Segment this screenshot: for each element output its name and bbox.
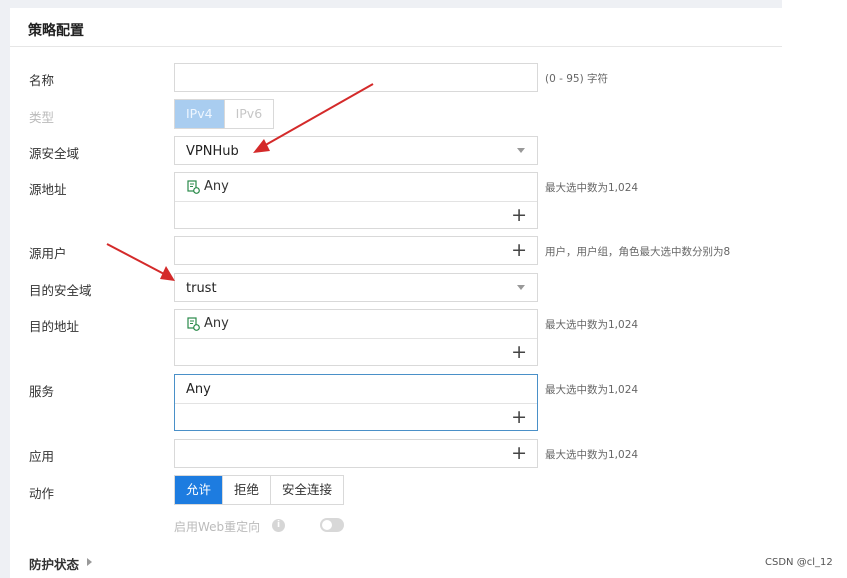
address-object-icon — [187, 316, 200, 331]
left-background — [0, 0, 10, 578]
app-field[interactable]: + — [174, 439, 538, 468]
dst-zone-value: trust — [186, 281, 217, 296]
dst-addr-value: Any — [204, 316, 229, 331]
src-user-label: 源用户 — [29, 246, 67, 261]
web-redirect-label: 启用Web重定向 — [174, 520, 261, 534]
src-user-field[interactable]: + — [174, 236, 538, 265]
src-user-hint: 用户，用户组，角色最大选中数分别为8 — [545, 246, 731, 258]
src-zone-select[interactable]: VPNHub — [174, 136, 538, 165]
ip-type-selector: IPv4 IPv6 — [174, 99, 275, 129]
plus-icon[interactable]: + — [511, 444, 527, 463]
action-selector: 允许 拒绝 安全连接 — [174, 475, 345, 505]
service-value: Any — [186, 382, 211, 397]
address-object-icon — [187, 179, 200, 194]
dst-addr-field[interactable]: Any + — [174, 309, 538, 366]
plus-icon[interactable]: + — [511, 408, 527, 427]
field-divider — [175, 201, 537, 202]
secure-connect-button[interactable]: 安全连接 — [271, 476, 344, 504]
app-hint: 最大选中数为1,024 — [545, 449, 639, 461]
field-divider — [175, 338, 537, 339]
toggle-knob — [322, 520, 332, 530]
plus-icon[interactable]: + — [511, 206, 527, 225]
caret-down-icon — [517, 285, 525, 290]
name-label: 名称 — [29, 73, 55, 88]
service-field[interactable]: Any + — [174, 374, 538, 431]
ipv4-option: IPv4 — [175, 100, 225, 128]
action-label: 动作 — [29, 486, 55, 501]
dst-zone-select[interactable]: trust — [174, 273, 538, 302]
src-zone-label: 源安全域 — [29, 146, 80, 161]
service-hint: 最大选中数为1,024 — [545, 384, 639, 396]
panel-title: 策略配置 — [28, 23, 84, 39]
web-redirect-toggle[interactable] — [320, 518, 344, 532]
protection-status-section[interactable]: 防护状态 — [29, 554, 79, 573]
dst-addr-hint: 最大选中数为1,024 — [545, 319, 639, 331]
field-divider — [175, 403, 537, 404]
watermark: CSDN @cl_12 — [765, 557, 833, 568]
service-label: 服务 — [29, 384, 55, 399]
allow-button[interactable]: 允许 — [175, 476, 224, 504]
src-addr-label: 源地址 — [29, 182, 67, 197]
caret-right-icon[interactable] — [87, 558, 92, 566]
src-addr-item: Any — [187, 179, 229, 194]
title-divider — [10, 46, 782, 47]
top-background — [10, 0, 782, 8]
type-label: 类型 — [29, 110, 55, 125]
src-addr-field[interactable]: Any + — [174, 172, 538, 229]
info-icon[interactable]: i — [272, 519, 285, 532]
plus-icon[interactable]: + — [511, 241, 527, 260]
app-label: 应用 — [29, 449, 55, 464]
name-hint: (0 - 95) 字符 — [545, 73, 609, 85]
src-zone-value: VPNHub — [186, 144, 239, 159]
caret-down-icon — [517, 148, 525, 153]
src-addr-hint: 最大选中数为1,024 — [545, 182, 639, 194]
dst-addr-label: 目的地址 — [29, 319, 80, 334]
src-addr-value: Any — [204, 179, 229, 194]
dst-addr-item: Any — [187, 316, 229, 331]
dst-zone-label: 目的安全域 — [29, 283, 92, 298]
name-input[interactable] — [174, 63, 538, 92]
ipv6-option: IPv6 — [224, 100, 274, 128]
deny-button[interactable]: 拒绝 — [223, 476, 272, 504]
plus-icon[interactable]: + — [511, 343, 527, 362]
